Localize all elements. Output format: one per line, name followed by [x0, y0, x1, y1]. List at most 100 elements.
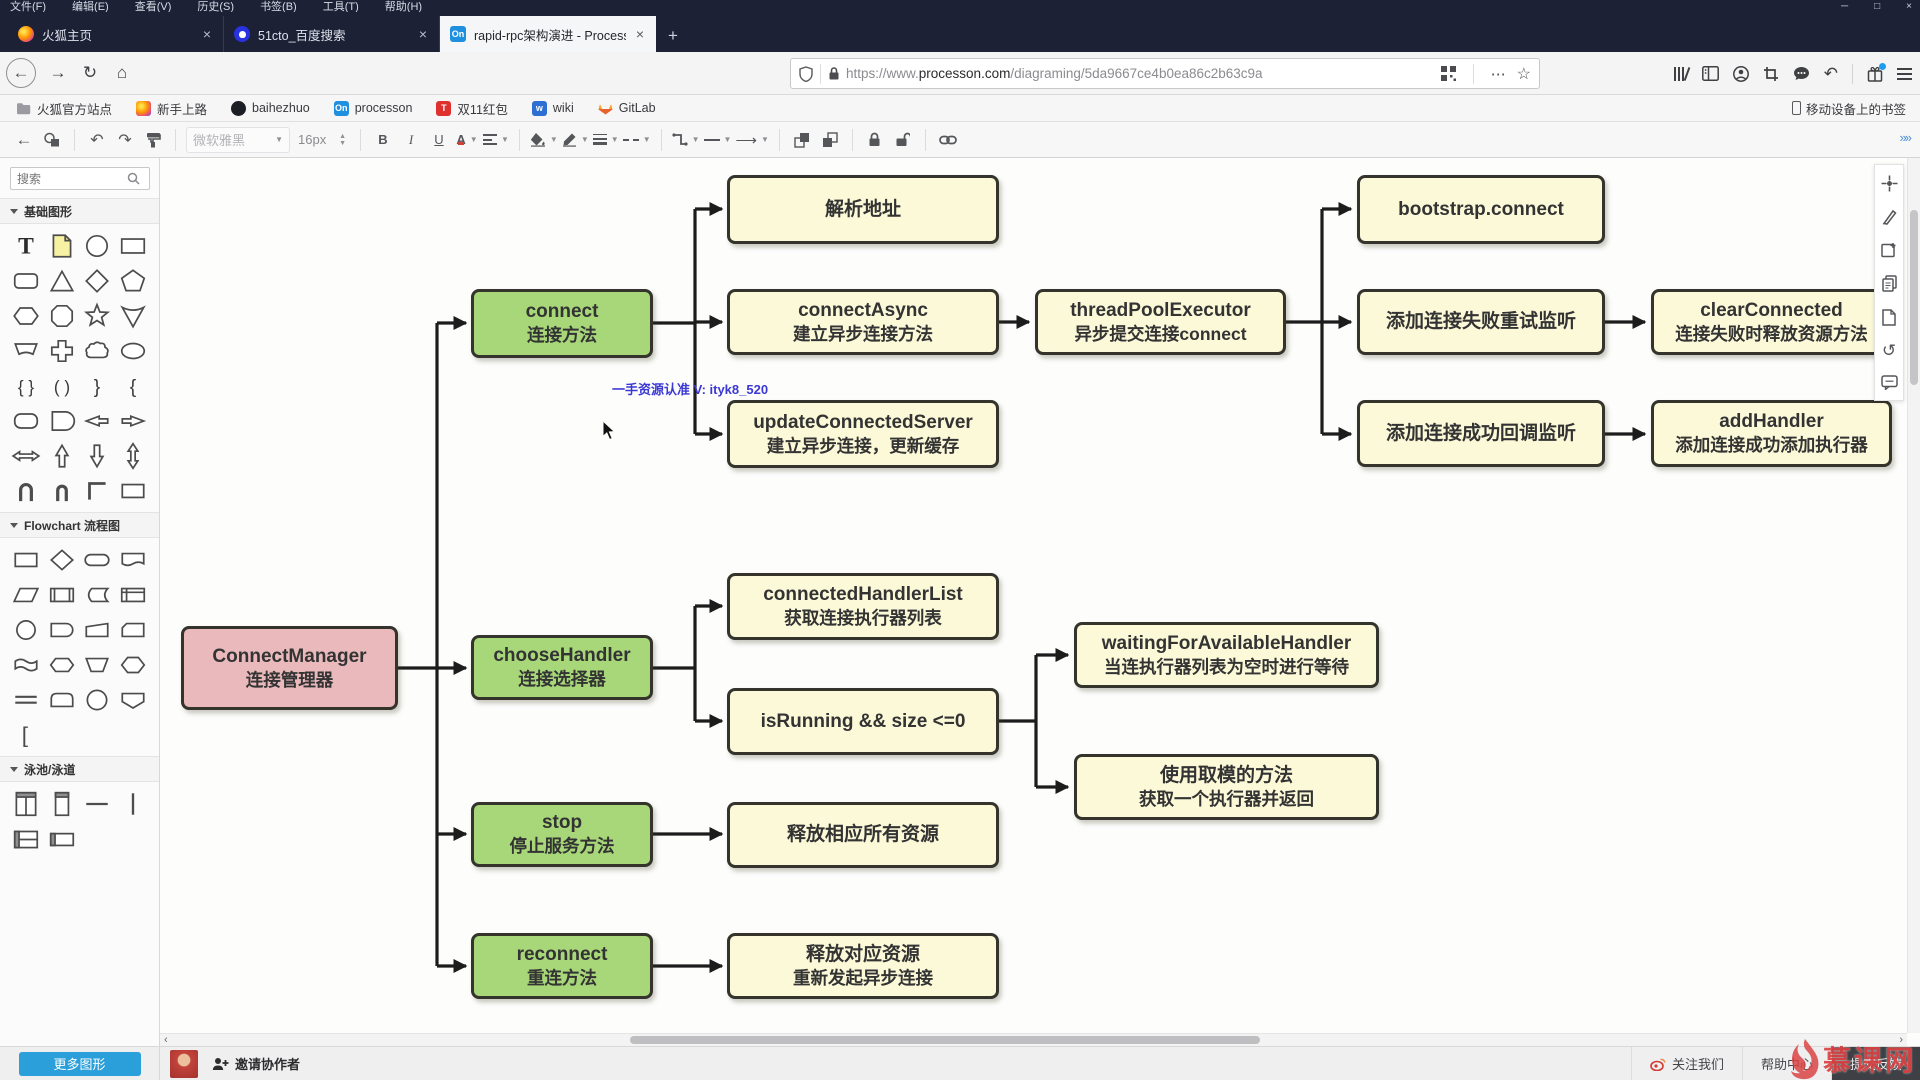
shape-arrow-down-icon[interactable] [81, 439, 113, 472]
bold-button[interactable]: B [371, 127, 395, 153]
bookmark-gitlab[interactable]: GitLab [598, 101, 656, 115]
bookmark-double11[interactable]: T 双11红包 [436, 99, 507, 118]
menu-tools[interactable]: 工具(T) [323, 0, 359, 12]
shape-pool-vertical-icon[interactable] [10, 787, 42, 820]
shape-u-arrow-icon[interactable] [10, 474, 42, 507]
tab-close-icon[interactable]: × [634, 26, 646, 42]
line-color-button[interactable]: ▼ [562, 127, 589, 153]
shape-text-icon[interactable]: T [10, 229, 42, 262]
page-setup-icon[interactable] [1881, 242, 1897, 258]
minimize-button[interactable]: ─ [1841, 0, 1848, 12]
font-family-select[interactable]: 微软雅黑▼ [186, 127, 290, 153]
shape-brace-left-icon[interactable]: { [117, 369, 149, 402]
shape-triangle-icon[interactable] [46, 264, 78, 297]
underline-button[interactable]: U [427, 127, 451, 153]
feedback-button[interactable]: 提交反馈 [1831, 1047, 1920, 1080]
shape-fc-data-icon[interactable] [10, 578, 42, 611]
node-modulo-method[interactable]: 使用取模的方法获取一个执行器并返回 [1074, 754, 1379, 820]
shape-fc-bracket-icon[interactable]: [ [10, 718, 42, 751]
shape-paren-pair-icon[interactable]: ( ) [46, 369, 78, 402]
shape-fc-connector-icon[interactable] [10, 613, 42, 646]
tab-51cto-baidu[interactable]: 51cto_百度搜索 × [224, 16, 440, 52]
bring-to-front-button[interactable] [790, 127, 814, 153]
undo-icon[interactable]: ↶ [85, 127, 109, 153]
url-bar[interactable]: https://www.processon.com/diagraming/5da… [790, 58, 1540, 89]
shape-fc-card-icon[interactable] [117, 613, 149, 646]
page-actions-icon[interactable]: ⋯ [1491, 65, 1507, 83]
menu-help[interactable]: 帮助(H) [385, 0, 422, 12]
shape-fc-stored-data-icon[interactable] [81, 578, 113, 611]
forward-icon[interactable]: → [42, 57, 74, 89]
shape-pool-horizontal-icon[interactable] [10, 822, 42, 855]
font-size-select[interactable]: 16px▲▼ [294, 127, 350, 153]
library-icon[interactable] [1674, 67, 1688, 81]
new-page-icon[interactable] [1882, 309, 1896, 326]
more-shapes-button[interactable]: 更多图形 [19, 1052, 141, 1076]
scroll-left-icon[interactable]: ‹ [164, 1034, 168, 1046]
shape-style-icon[interactable] [40, 127, 64, 153]
node-release-and-reconnect[interactable]: 释放对应资源重新发起异步连接 [727, 933, 999, 999]
new-tab-button[interactable]: + [656, 26, 690, 52]
node-reconnect[interactable]: reconnect重连方法 [471, 933, 653, 999]
shape-rectangle-2-icon[interactable] [117, 474, 149, 507]
node-waiting-for-available-handler[interactable]: waitingForAvailableHandler当连执行器列表为空时进行等待 [1074, 622, 1379, 688]
locate-icon[interactable] [1881, 175, 1898, 192]
shape-arrow-double-v-icon[interactable] [117, 439, 149, 472]
italic-button[interactable]: I [399, 127, 423, 153]
shape-fc-circle-icon[interactable] [81, 683, 113, 716]
section-basic-shapes[interactable]: 基础图形 [0, 198, 159, 224]
tab-close-icon[interactable]: × [201, 26, 213, 42]
home-icon[interactable]: ⌂ [106, 57, 138, 89]
shape-fc-process-icon[interactable] [10, 543, 42, 576]
format-painter-icon[interactable] [141, 127, 165, 153]
shape-divider-vertical-icon[interactable] [117, 787, 149, 820]
section-flowchart[interactable]: Flowchart 流程图 [0, 512, 159, 538]
shape-search[interactable] [10, 167, 150, 190]
link-button[interactable] [936, 127, 960, 153]
qr-code-icon[interactable] [1441, 66, 1456, 81]
tab-close-icon[interactable]: × [417, 26, 429, 42]
shape-lane-vertical-icon[interactable] [46, 787, 78, 820]
bookmark-wiki[interactable]: w wiki [532, 101, 574, 116]
copy-icon[interactable] [1882, 275, 1897, 292]
shape-fc-display-icon[interactable] [117, 683, 149, 716]
connector-type-button[interactable]: ▼ [672, 127, 700, 153]
history-icon[interactable]: ↺ [1882, 343, 1896, 358]
menu-hamburger-icon[interactable] [1897, 68, 1912, 80]
toolbar-collapse-icon[interactable]: »» [1900, 130, 1910, 145]
node-thread-pool-executor[interactable]: threadPoolExecutor异步提交连接connect [1035, 289, 1286, 355]
node-connect-async[interactable]: connectAsync建立异步连接方法 [727, 289, 999, 355]
lock-button[interactable] [863, 127, 887, 153]
node-add-success-callback-listener[interactable]: 添加连接成功回调监听 [1357, 400, 1605, 467]
shape-octagon-icon[interactable] [46, 299, 78, 332]
horizontal-scrollbar-thumb[interactable] [630, 1036, 1260, 1044]
menu-view[interactable]: 查看(V) [135, 0, 172, 12]
menu-file[interactable]: 文件(F) [10, 0, 46, 12]
line-width-button[interactable]: ▼ [593, 127, 619, 153]
search-input[interactable] [17, 172, 127, 186]
arrow-type-button[interactable]: ⟶▼ [735, 127, 768, 153]
shape-fc-internal-storage-icon[interactable] [117, 578, 149, 611]
node-is-running-check[interactable]: isRunning && size <=0 [727, 688, 999, 755]
shape-pentagon-icon[interactable] [117, 264, 149, 297]
shape-rounded-rectangle-2-icon[interactable] [10, 404, 42, 437]
font-size-stepper[interactable]: ▲▼ [339, 133, 346, 147]
shape-ellipse-icon[interactable] [117, 334, 149, 367]
shape-corner-icon[interactable] [81, 474, 113, 507]
menu-bookmarks[interactable]: 书签(B) [260, 0, 297, 12]
section-pool-lane[interactable]: 泳池/泳道 [0, 756, 159, 782]
shape-fc-rounded-top-icon[interactable] [46, 683, 78, 716]
shape-u-arrow-2-icon[interactable] [46, 474, 78, 507]
exit-editor-icon[interactable]: ← [12, 127, 36, 153]
node-connect[interactable]: connect连接方法 [471, 289, 653, 358]
tab-firefox-home[interactable]: 火狐主页 × [8, 16, 224, 52]
messenger-icon[interactable] [1793, 66, 1810, 81]
shape-fc-terminator-icon[interactable] [81, 543, 113, 576]
shape-circle-icon[interactable] [81, 229, 113, 262]
avatar[interactable] [170, 1050, 198, 1078]
close-button[interactable]: × [1906, 0, 1912, 12]
comment-icon[interactable] [1881, 375, 1898, 390]
shape-fc-document-icon[interactable] [117, 543, 149, 576]
bookmark-processon[interactable]: On processon [334, 101, 413, 116]
node-resolve-address[interactable]: 解析地址 [727, 175, 999, 244]
